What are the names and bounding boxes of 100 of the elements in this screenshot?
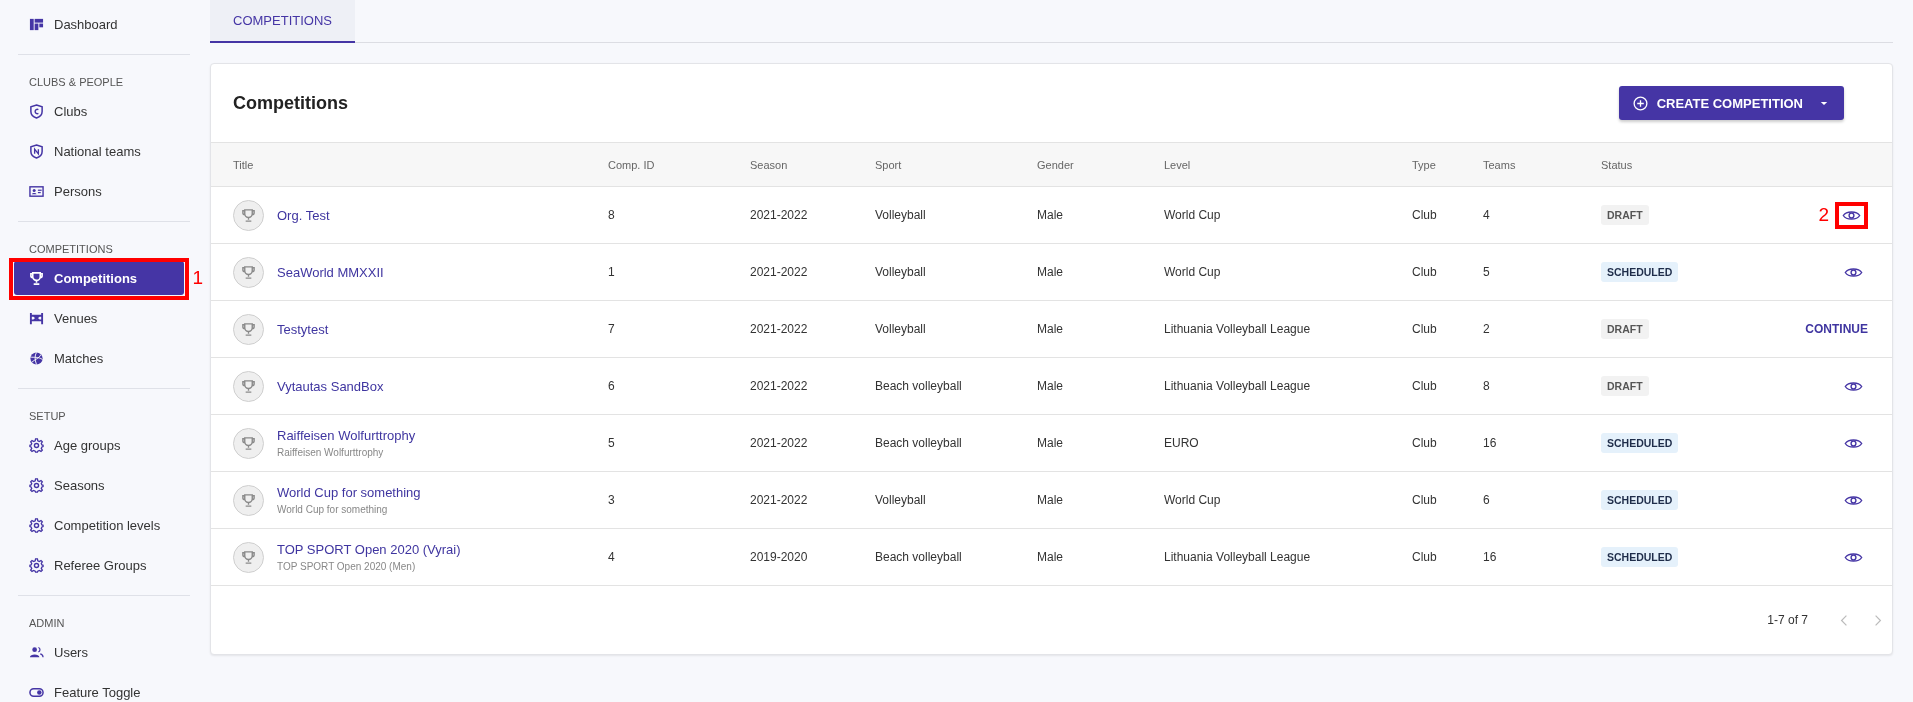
table-cell-text: Volleyball xyxy=(875,493,927,507)
competition-link[interactable]: SeaWorld MMXXII xyxy=(277,264,384,280)
status-badge: DRAFT xyxy=(1601,205,1649,225)
column-header: Level xyxy=(1164,158,1192,171)
table-cell-text: 2021-2022 xyxy=(750,265,809,279)
gear-icon xyxy=(29,477,44,493)
competition-link[interactable]: World Cup for something xyxy=(277,485,421,500)
table-cell-text: 5 xyxy=(608,436,616,450)
column-header: Season xyxy=(750,158,789,171)
sidebar-item[interactable]: Venues xyxy=(14,301,184,335)
table-cell-text: 4 xyxy=(608,550,616,564)
status-badge: SCHEDULED xyxy=(1601,490,1679,510)
table-cell-text: Male xyxy=(1037,550,1064,564)
table-cell-text: Volleyball xyxy=(875,208,927,222)
trophy-avatar xyxy=(233,256,264,288)
table-cell-text: Club xyxy=(1412,379,1438,393)
caret-icon xyxy=(1820,100,1828,106)
column-header: Gender xyxy=(1037,158,1075,171)
trophy-icon xyxy=(29,270,44,286)
table-cell-text: Club xyxy=(1412,436,1438,450)
table-cell-text: 16 xyxy=(1483,550,1498,564)
table-cell-text: 4 xyxy=(1483,208,1491,222)
sidebar-item[interactable]: Age groups xyxy=(14,428,184,462)
section-heading: COMPETITIONS xyxy=(28,242,114,257)
sidebar-item[interactable]: Clubs xyxy=(14,94,184,128)
annotation-number: 2 xyxy=(1818,205,1829,225)
column-header: Type xyxy=(1412,158,1437,171)
view-icon[interactable] xyxy=(1844,493,1863,507)
table-cell-text: Male xyxy=(1037,208,1064,222)
table-cell-text: World Cup xyxy=(1164,208,1222,222)
view-icon[interactable] xyxy=(1844,436,1863,450)
sidebar-item[interactable]: Matches xyxy=(14,341,184,375)
status-badge: DRAFT xyxy=(1601,319,1649,339)
competition-link[interactable]: Vytautas SandBox xyxy=(277,378,384,394)
create-competition-button[interactable]: CREATE COMPETITION xyxy=(1618,86,1844,120)
table-cell-text: Lithuania Volleyball League xyxy=(1164,379,1312,393)
table-cell-text: 2021-2022 xyxy=(750,208,809,222)
table-cell-text: Volleyball xyxy=(875,322,927,336)
table-cell-text: 16 xyxy=(1483,436,1498,450)
sidebar-item[interactable]: Dashboard xyxy=(14,7,184,41)
table-cell-text: Male xyxy=(1037,322,1064,336)
table-cell-text: Club xyxy=(1412,265,1438,279)
sidebar-item[interactable]: National teams xyxy=(14,134,184,168)
pagination-range: 1-7 of 7 xyxy=(1767,613,1808,627)
table-cell-text: Lithuania Volleyball League xyxy=(1164,550,1312,564)
sidebar-item[interactable]: Referee Groups xyxy=(14,548,184,582)
table-cell-text: Male xyxy=(1037,493,1064,507)
status-badge: SCHEDULED xyxy=(1601,433,1679,453)
view-icon[interactable] xyxy=(1844,265,1863,279)
table-cell-text: 2021-2022 xyxy=(750,379,809,393)
gear-icon xyxy=(29,557,44,573)
section-heading: SETUP xyxy=(28,409,67,424)
sidebar-item[interactable]: Users xyxy=(14,635,184,669)
shield-n-icon xyxy=(29,143,44,159)
sidebar-item[interactable]: Persons xyxy=(14,174,184,208)
table-cell-text: 1 xyxy=(608,265,616,279)
table-cell-text: World Cup xyxy=(1164,265,1222,279)
sidebar-item[interactable]: Competitions xyxy=(14,261,184,295)
table-cell-text: Lithuania Volleyball League xyxy=(1164,322,1312,336)
ball-icon xyxy=(29,350,44,366)
competition-link[interactable]: Testytest xyxy=(277,321,329,337)
column-header: Sport xyxy=(875,158,903,171)
view-icon[interactable] xyxy=(1844,379,1863,393)
table-cell-text: Male xyxy=(1037,436,1064,450)
sidebar-item[interactable]: Competition levels xyxy=(14,508,184,542)
dashboard-icon xyxy=(29,16,44,32)
competition-link[interactable]: Org. Test xyxy=(277,207,330,223)
competition-subtitle: TOP SPORT Open 2020 (Men) xyxy=(277,561,417,572)
continue-link[interactable]: CONTINUE xyxy=(1805,322,1868,336)
section-heading: CLUBS & PEOPLE xyxy=(28,75,125,90)
tab[interactable]: COMPETITIONS xyxy=(210,0,355,43)
competition-subtitle: Raiffeisen Wolfurttrophy xyxy=(277,447,385,458)
competition-link[interactable]: TOP SPORT Open 2020 (Vyrai) xyxy=(277,542,461,557)
view-icon[interactable] xyxy=(1844,550,1863,564)
competition-link[interactable]: Raiffeisen Wolfurttrophy xyxy=(277,428,416,443)
sidebar-item[interactable]: Seasons xyxy=(14,468,184,502)
table-cell-text: 7 xyxy=(608,322,616,336)
id-card-icon xyxy=(29,183,44,199)
table-cell-text: Male xyxy=(1037,265,1064,279)
table-cell-text: Club xyxy=(1412,493,1438,507)
table-cell-text: 3 xyxy=(608,493,616,507)
column-header: Teams xyxy=(1483,158,1517,171)
section-heading: ADMIN xyxy=(28,616,66,631)
table-cell-text: Male xyxy=(1037,379,1064,393)
competition-subtitle: World Cup for something xyxy=(277,504,389,515)
table-cell-text: 6 xyxy=(608,379,616,393)
trophy-avatar xyxy=(233,313,264,345)
annotation-number: 1 xyxy=(192,268,203,288)
table-cell-text: World Cup xyxy=(1164,493,1222,507)
column-header: Comp. ID xyxy=(608,158,656,171)
table-cell-text: 2 xyxy=(1483,322,1491,336)
sidebar-item[interactable]: Feature Toggle xyxy=(14,675,184,702)
table-cell-text: 8 xyxy=(608,208,616,222)
view-icon[interactable] xyxy=(1842,208,1861,222)
table-cell-text: Beach volleyball xyxy=(875,550,963,564)
trophy-avatar xyxy=(233,427,264,459)
status-badge: DRAFT xyxy=(1601,376,1649,396)
gear-icon xyxy=(29,517,44,533)
table-cell-text: 2021-2022 xyxy=(750,436,809,450)
table-cell-text: 2021-2022 xyxy=(750,493,809,507)
